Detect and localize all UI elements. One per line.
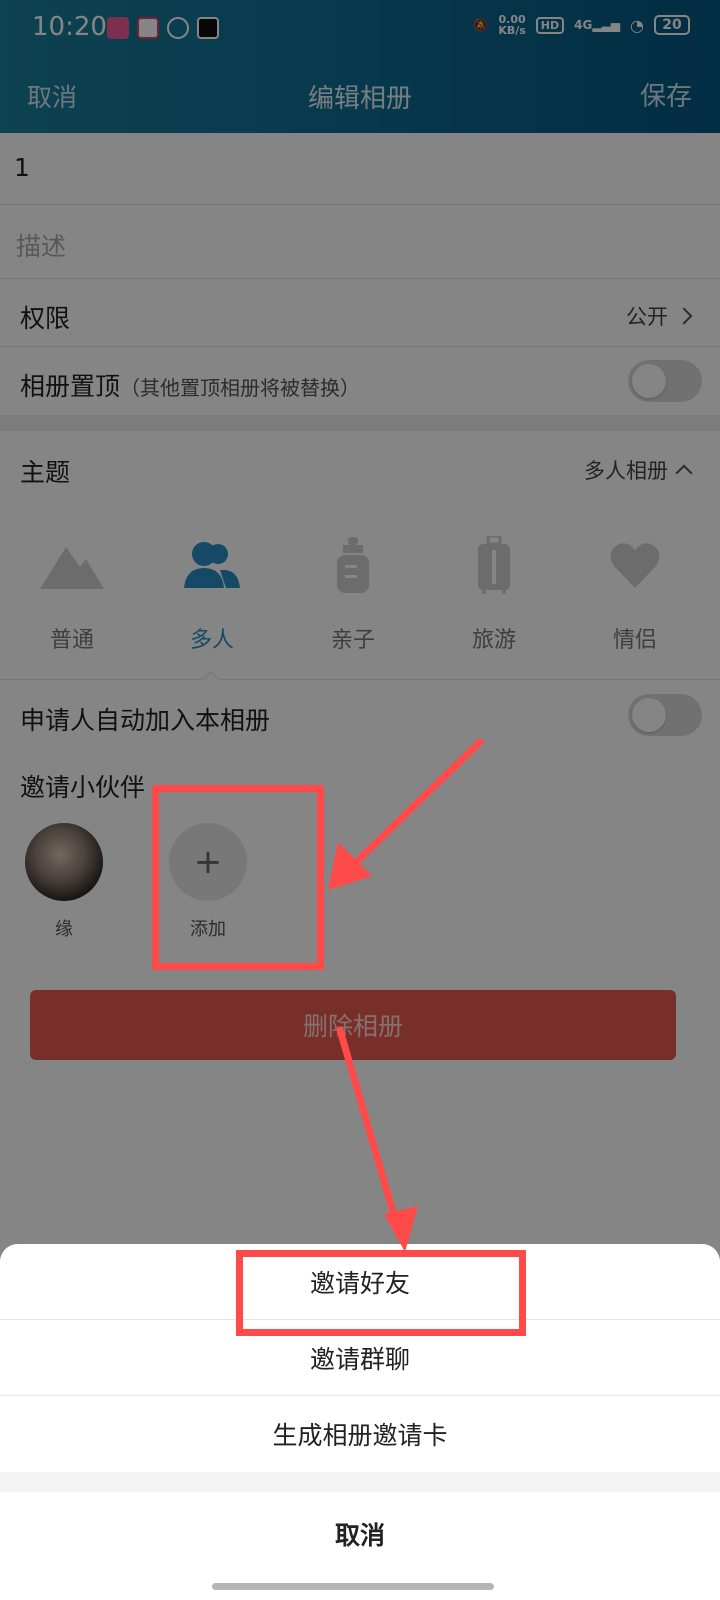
annotation-arrow-line [342, 738, 484, 876]
navbar: 取消 编辑相册 保存 [0, 60, 720, 130]
theme-label-family: 亲子 [330, 628, 375, 653]
theme-label-travel: 旅游 [471, 628, 516, 653]
annotation-arrow-line [336, 1026, 404, 1240]
status-time: 10:20 [32, 12, 107, 42]
app-notification-icon [197, 17, 219, 39]
theme-label-multi: 多人 [189, 628, 234, 653]
add-member-button[interactable]: + 添加 [168, 823, 248, 941]
plus-icon: + [169, 823, 247, 901]
home-indicator [212, 1583, 494, 1590]
generate-invite-card-option[interactable]: 生成相册邀请卡 [0, 1396, 720, 1472]
album-name-field[interactable]: 1 [0, 133, 720, 205]
add-member-label: 添加 [190, 919, 226, 940]
chevron-up-icon [675, 464, 693, 482]
pin-label-text: 相册置顶 [20, 372, 121, 401]
theme-option-family[interactable]: 亲子 [303, 530, 403, 654]
theme-option-travel[interactable]: 旅游 [444, 530, 544, 654]
page-title: 编辑相册 [307, 84, 412, 114]
album-name-value: 1 [14, 153, 30, 182]
pin-album-row: 相册置顶（其他置顶相册将被替换） [0, 347, 720, 415]
divider [0, 679, 720, 680]
theme-label: 主题 [20, 458, 71, 487]
sheet-cancel-label: 取消 [334, 1521, 385, 1550]
permission-label: 权限 [20, 304, 71, 333]
invite-title: 邀请小伙伴 [20, 773, 146, 802]
save-button[interactable]: 保存 [640, 76, 692, 113]
mountain-icon [22, 530, 122, 600]
app-notification-icon [137, 17, 159, 39]
net-speed: 0.00 KB/s [498, 13, 526, 37]
battery-icon: 20 [654, 15, 690, 35]
generate-invite-card-label: 生成相册邀请卡 [272, 1421, 448, 1450]
theme-label-normal: 普通 [49, 628, 94, 653]
permission-row[interactable]: 权限 公开 [0, 279, 720, 347]
auto-join-row: 申请人自动加入本相册 [0, 681, 720, 749]
member-name: 缘 [55, 919, 73, 940]
invite-friends-option[interactable]: 邀请好友 [0, 1244, 720, 1320]
toggle-knob [632, 698, 666, 732]
annotation-arrow-head [328, 842, 372, 890]
invite-group-option[interactable]: 邀请群聊 [0, 1320, 720, 1396]
mute-icon: 🔕 [473, 18, 489, 32]
avatar [25, 823, 103, 901]
theme-selector: 普通 多人 亲子 旅游 情侣 [0, 510, 720, 691]
toggle-knob [632, 364, 666, 398]
theme-value-text: 多人相册 [584, 459, 668, 483]
theme-label-couple: 情侣 [612, 628, 657, 653]
wifi-icon: ◔ [630, 15, 644, 35]
pin-hint: （其他置顶相册将被替换） [120, 376, 361, 400]
heart-icon [585, 530, 685, 600]
baby-bottle-icon [303, 530, 403, 600]
theme-option-normal[interactable]: 普通 [22, 530, 122, 654]
description-placeholder: 描述 [16, 232, 67, 261]
notification-icons [107, 17, 219, 39]
people-icon [162, 530, 262, 600]
luggage-icon [444, 530, 544, 600]
permission-value-text: 公开 [626, 305, 668, 329]
theme-option-couple[interactable]: 情侣 [585, 530, 685, 654]
pin-label: 相册置顶（其他置顶相册将被替换） [20, 367, 360, 403]
invite-friends-label: 邀请好友 [309, 1269, 410, 1298]
status-indicators: 🔕 0.00 KB/s HD 4G▂▃▅ ◔ 20 [473, 14, 690, 36]
action-sheet: 邀请好友 邀请群聊 生成相册邀请卡 取消 [0, 1244, 720, 1600]
chevron-right-icon [675, 307, 693, 325]
invite-group-label: 邀请群聊 [309, 1345, 410, 1374]
member-item[interactable]: 缘 [24, 823, 104, 941]
signal-icon: 4G▂▃▅ [574, 18, 621, 32]
status-bar: 10:20 🔕 0.00 KB/s HD 4G▂▃▅ ◔ 20 [0, 0, 720, 56]
auto-join-label: 申请人自动加入本相册 [20, 706, 271, 735]
app-notification-icon [167, 17, 189, 39]
section-gap [0, 415, 720, 431]
app-notification-icon [107, 17, 129, 39]
delete-album-button[interactable]: 删除相册 [30, 990, 676, 1060]
auto-join-toggle[interactable] [628, 694, 702, 736]
description-field[interactable]: 描述 [0, 205, 720, 279]
theme-value: 多人相册 [584, 455, 693, 485]
pin-toggle[interactable] [628, 360, 702, 402]
app-header: 10:20 🔕 0.00 KB/s HD 4G▂▃▅ ◔ 20 取消 编辑相册 保… [0, 0, 720, 133]
hd-icon: HD [535, 16, 565, 34]
theme-option-multi[interactable]: 多人 [162, 530, 262, 654]
permission-value: 公开 [626, 301, 693, 331]
theme-row[interactable]: 主题 多人相册 [0, 431, 720, 511]
